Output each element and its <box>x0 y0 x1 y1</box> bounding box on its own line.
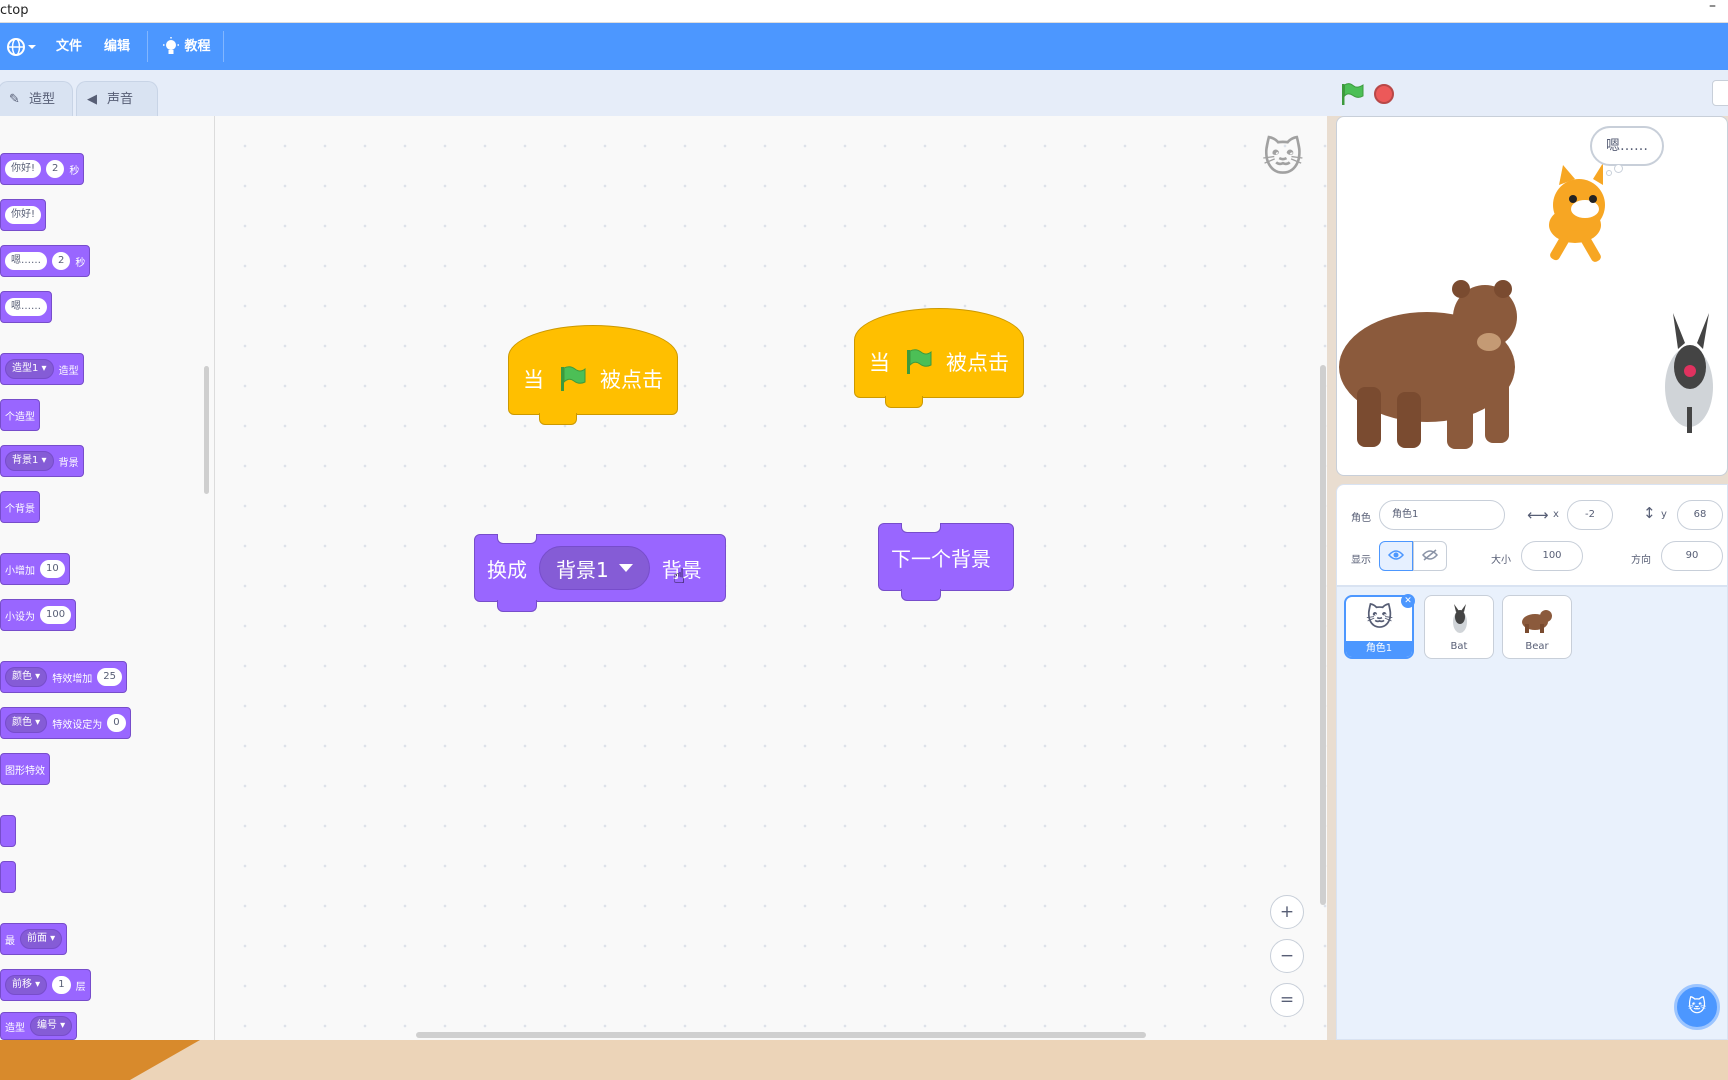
block-clear-effects[interactable]: 图形特效 <box>0 753 50 785</box>
desktop-wallpaper-shape <box>0 1040 200 1080</box>
tab-costumes[interactable]: ✎ 造型 <box>0 81 73 116</box>
brush-icon: ✎ <box>9 92 20 107</box>
menu-divider <box>223 31 224 62</box>
add-sprite-button[interactable]: 🐱 <box>1674 984 1720 1030</box>
green-flag-icon <box>561 366 586 391</box>
bear-sprite <box>1339 163 1713 449</box>
y-axis-arrows-icon: ↕ <box>1643 504 1656 522</box>
zoom-out-button[interactable]: − <box>1270 939 1304 973</box>
show-label: 显示 <box>1351 555 1371 566</box>
eye-off-icon <box>1422 549 1438 561</box>
tab-sounds[interactable]: ◀ 声音 <box>76 81 158 116</box>
hide-sprite-button[interactable] <box>1413 541 1447 571</box>
hand-cursor-icon: ☝ <box>673 564 686 588</box>
code-workspace[interactable] <box>215 116 1327 1040</box>
bear-sprite-image <box>1339 280 1517 449</box>
block-notch <box>885 396 923 408</box>
block-go-to-layer[interactable]: 最 前面 ▾ <box>0 923 68 955</box>
bat-sprite-image <box>1665 313 1713 433</box>
block-say-for-secs[interactable]: 你好! 2 秒 <box>0 153 85 185</box>
think-bubble: 嗯…… <box>1590 126 1664 166</box>
think-bubble-dot <box>1614 164 1623 173</box>
workspace-horizontal-scrollbar[interactable] <box>416 1032 1146 1038</box>
block-notch <box>497 600 537 612</box>
sprite-label: 角色 <box>1351 513 1371 524</box>
sprite-tile-sprite1[interactable]: 🐱 ✕ 角色1 <box>1344 594 1415 659</box>
block-move-layer[interactable]: 前移 ▾ 1 层 <box>0 969 91 1001</box>
lightbulb-icon <box>163 36 179 54</box>
globe-icon <box>7 37 36 56</box>
block-change-size[interactable]: 小增加 10 <box>0 553 70 585</box>
block-notch <box>539 413 577 425</box>
direction-input[interactable]: 90 <box>1661 541 1723 571</box>
block-costume-number[interactable]: 造型 编号 ▾ <box>0 1012 78 1040</box>
block-hide[interactable] <box>0 861 16 893</box>
switch-backdrop-block[interactable]: 换成 背景1 背景 <box>474 534 726 612</box>
x-axis-arrows-icon: ⟷ <box>1527 506 1549 524</box>
block-next-backdrop[interactable]: 个背景 <box>0 491 40 523</box>
block-notch <box>901 523 941 533</box>
next-backdrop-block[interactable]: 下一个背景 <box>878 523 1014 601</box>
block-set-effect[interactable]: 颜色 ▾ 特效设定为 0 <box>0 707 131 739</box>
when-flag-clicked-block[interactable]: 当 被点击 <box>854 308 1024 408</box>
stop-button[interactable] <box>1374 84 1394 104</box>
x-label: x <box>1553 509 1559 520</box>
block-set-size[interactable]: 小设为 100 <box>0 599 77 631</box>
stage[interactable] <box>1336 116 1728 476</box>
backdrop-dropdown[interactable]: 背景1 <box>539 546 650 590</box>
menu-tutorials-label: 教程 <box>184 39 211 54</box>
palette-scrollbar[interactable] <box>204 366 209 494</box>
sprite-tile-bat[interactable]: Bat <box>1424 595 1494 659</box>
green-flag-icon[interactable] <box>1340 82 1364 106</box>
block-notch <box>901 589 941 601</box>
minimize-button[interactable]: – <box>1709 0 1716 14</box>
cat-thumbnail-icon: 🐱 <box>1366 603 1394 633</box>
size-input[interactable]: 100 <box>1521 541 1583 571</box>
menu-divider <box>147 31 148 62</box>
menu-tutorials[interactable]: 教程 <box>162 23 211 70</box>
speaker-icon: ◀ <box>87 92 97 107</box>
menu-file[interactable]: 文件 <box>56 23 82 70</box>
editor-tabs-bar <box>0 70 1335 116</box>
block-think[interactable]: 嗯…… <box>0 291 52 323</box>
sprite-tile-bear[interactable]: Bear <box>1502 595 1572 659</box>
block-next-costume[interactable]: 个造型 <box>0 399 40 431</box>
when-flag-clicked-block[interactable]: 当 被点击 <box>508 325 678 425</box>
block-think-for-secs[interactable]: 嗯…… 2 秒 <box>0 245 91 277</box>
workspace-vertical-scrollbar[interactable] <box>1320 365 1326 905</box>
x-position-input[interactable]: -2 <box>1567 500 1613 530</box>
eye-icon <box>1388 550 1404 560</box>
block-change-effect[interactable]: 颜色 ▾ 特效增加 25 <box>0 661 127 693</box>
sprite-name-input[interactable]: 角色1 <box>1379 500 1505 530</box>
block-say[interactable]: 你好! <box>0 199 47 231</box>
zoom-reset-button[interactable]: = <box>1270 983 1304 1017</box>
delete-sprite-icon[interactable]: ✕ <box>1401 594 1415 608</box>
menu-bar: 文件 编辑 教程 <box>0 23 1728 70</box>
zoom-in-button[interactable]: + <box>1270 895 1304 929</box>
window-title: ctop <box>0 3 29 18</box>
bear-thumbnail-icon <box>1522 610 1552 633</box>
sprite-info-panel: 角色 角色1 ⟷ x -2 ↕ y 68 显示 大小 100 方向 90 <box>1336 484 1728 586</box>
desktop-background <box>0 1040 1728 1080</box>
sprite-watermark-icon: 🐱 <box>1262 135 1304 181</box>
language-menu[interactable] <box>6 23 36 70</box>
block-switch-costume[interactable]: 造型1 ▾ 造型 <box>0 353 84 385</box>
bat-thumbnail-icon <box>1453 604 1467 633</box>
y-position-input[interactable]: 68 <box>1677 500 1723 530</box>
title-bar: ctop – <box>0 0 1728 23</box>
y-label: y <box>1661 509 1667 520</box>
green-flag-icon <box>907 349 932 374</box>
think-bubble-dot <box>1606 170 1612 176</box>
stage-size-button[interactable] <box>1712 80 1728 106</box>
block-switch-backdrop[interactable]: 背景1 ▾ 背景 <box>0 445 84 477</box>
size-label: 大小 <box>1491 555 1511 566</box>
cat-plus-icon: 🐱 <box>1687 996 1707 1017</box>
cat-sprite-image <box>1549 163 1605 262</box>
direction-label: 方向 <box>1631 555 1651 566</box>
block-show[interactable] <box>0 815 16 847</box>
chevron-down-icon <box>618 564 633 572</box>
menu-edit[interactable]: 编辑 <box>104 23 130 70</box>
block-notch <box>497 534 537 544</box>
show-sprite-button[interactable] <box>1379 541 1413 571</box>
